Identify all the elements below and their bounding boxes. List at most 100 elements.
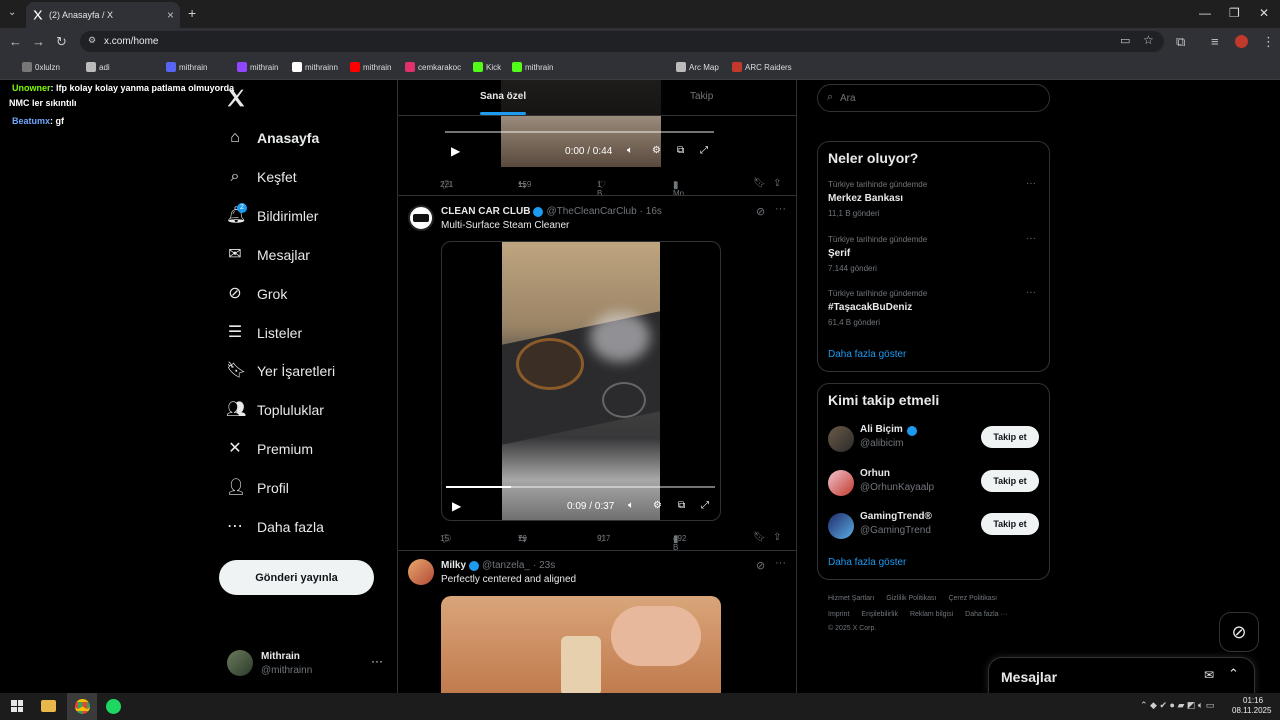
footer-link[interactable]: Imprint (828, 611, 849, 618)
trend-more-icon[interactable]: ··· (1026, 178, 1036, 189)
extensions-icon[interactable]: ⧉ (1176, 34, 1185, 50)
bookmark-icon[interactable]: 🔖︎ (753, 178, 766, 189)
sidebar-item-lists[interactable]: ☰ Listeler (226, 318, 302, 348)
follow-name[interactable]: Ali Biçim (860, 424, 903, 435)
close-tab-icon[interactable]: × (167, 8, 174, 22)
play-icon[interactable]: ▶ (451, 144, 460, 158)
address-bar[interactable]: ⚙ x.com/home ▭ ☆ (80, 31, 1164, 52)
sidebar-item-premium[interactable]: ✕ Premium (226, 434, 313, 464)
bookmark-item[interactable]: mithrain (166, 62, 207, 72)
pip-icon[interactable]: ⧉ (678, 500, 685, 511)
sidebar-item-profile[interactable]: 👤︎ Profil (226, 473, 289, 503)
minimize-icon[interactable]: — (1199, 6, 1211, 20)
post-author[interactable]: CLEAN CAR CLUB (441, 206, 530, 217)
file-explorer-icon[interactable] (41, 700, 56, 712)
tab-search-icon[interactable]: ⌄ (8, 7, 16, 18)
fullscreen-icon[interactable]: ⤢ (701, 500, 709, 511)
post-image[interactable] (441, 596, 721, 693)
follow-button[interactable]: Takip et (981, 426, 1039, 448)
bookmark-item[interactable]: mithrain (237, 62, 278, 72)
restore-icon[interactable]: ❐ (1229, 6, 1240, 20)
show-more-link[interactable]: Daha fazla göster (828, 557, 906, 568)
settings-icon[interactable]: ⚙ (652, 145, 661, 156)
post-avatar[interactable] (408, 559, 434, 585)
sidebar-item-messages[interactable]: ✉ Mesajlar (226, 240, 310, 270)
post-more-icon[interactable]: ··· (775, 203, 786, 215)
follow-name[interactable]: GamingTrend® (860, 511, 932, 522)
sidebar-item-notifications[interactable]: 🔔︎ Bildirimler 2 (226, 201, 318, 231)
footer-link[interactable]: Çerez Politikası (948, 595, 997, 602)
follow-name[interactable]: Orhun (860, 468, 890, 479)
avatar[interactable] (828, 513, 854, 539)
post-button[interactable]: Gönderi yayınla (219, 560, 374, 595)
volume-icon[interactable]: 🔈︎ (627, 145, 633, 156)
volume-icon[interactable]: 🔈︎ (628, 500, 634, 511)
bookmark-item[interactable]: adi (86, 62, 110, 72)
bookmark-item[interactable]: mithrainn (292, 62, 338, 72)
play-icon[interactable]: ▶ (452, 499, 461, 513)
forward-icon[interactable]: → (32, 34, 45, 49)
follow-button[interactable]: Takip et (981, 513, 1039, 535)
account-switcher[interactable]: Mithrain @mithrainn ··· (227, 650, 387, 680)
follow-button[interactable]: Takip et (981, 469, 1039, 492)
post-author[interactable]: Milky (441, 560, 466, 571)
trend-more-icon[interactable]: ··· (1026, 233, 1036, 244)
x-home-logo-icon[interactable] (226, 88, 246, 108)
bookmark-item[interactable]: Arc Map (676, 62, 719, 72)
share-icon[interactable]: ⇪ (773, 178, 781, 189)
messages-drawer[interactable]: Mesajlar ✉ ⌃ (988, 657, 1255, 693)
sidebar-item-grok[interactable]: ⊘ Grok (226, 279, 287, 309)
search-input[interactable]: ⌕ Ara (817, 84, 1050, 112)
bookmark-item[interactable]: mithrain (350, 62, 391, 72)
profile-avatar[interactable] (1235, 35, 1248, 48)
subscribe-button-edge[interactable] (828, 114, 894, 120)
grok-icon[interactable]: ⊘ (756, 559, 765, 572)
menu-icon[interactable]: ⋮ (1262, 34, 1275, 50)
spotify-icon[interactable] (106, 699, 121, 714)
avatar[interactable] (828, 469, 854, 496)
tray-icons[interactable]: ⌃ ◆ ✔ ● ▰ ◩ 🔈︎ ▭ (1140, 700, 1214, 711)
browser-tab[interactable]: (2) Anasayfa / X × (26, 2, 180, 28)
share-icon[interactable]: ⇪ (773, 532, 781, 543)
more-icon[interactable]: ··· (371, 654, 383, 668)
close-window-icon[interactable]: ✕ (1259, 6, 1269, 20)
bookmark-star-icon[interactable]: ☆ (1143, 33, 1154, 47)
bookmark-icon[interactable]: 🔖︎ (753, 532, 766, 543)
tab-for-you[interactable]: Sana özel (480, 91, 526, 102)
post-handle[interactable]: @tanzela_ (482, 560, 530, 571)
trend-more-icon[interactable]: ··· (1026, 287, 1036, 298)
back-icon[interactable]: ← (9, 34, 22, 49)
cast-icon[interactable]: ▭ (1120, 34, 1130, 47)
grok-icon[interactable]: ⊘ (756, 205, 765, 218)
grok-fab[interactable]: ⊘ (1219, 612, 1259, 652)
site-info-icon[interactable]: ⚙ (88, 35, 96, 46)
footer-link[interactable]: Erişilebilirlik (861, 611, 898, 618)
bookmark-item[interactable]: cemkarakoc (405, 62, 461, 72)
video-progress-track[interactable] (446, 486, 715, 488)
pip-icon[interactable]: ⧉ (677, 145, 684, 156)
fullscreen-icon[interactable]: ⤢ (700, 145, 708, 156)
trend-title[interactable]: Merkez Bankası (828, 193, 903, 204)
sidebar-item-bookmarks[interactable]: 🔖︎ Yer İşaretleri (226, 356, 335, 386)
bookmark-item[interactable]: Kick (473, 62, 501, 72)
post-more-icon[interactable]: ··· (775, 557, 786, 569)
trend-title[interactable]: #TaşacakBuDeniz (828, 302, 912, 313)
post-avatar[interactable] (408, 205, 434, 231)
sidebar-item-home[interactable]: ⌂ Anasayfa (226, 123, 319, 153)
trend-title[interactable]: Şerif (828, 248, 850, 259)
reading-list-icon[interactable]: ≡ (1211, 34, 1219, 49)
tab-following[interactable]: Takip (690, 91, 713, 102)
show-more-link[interactable]: Daha fazla göster (828, 349, 906, 360)
post-video[interactable]: ▶ 0:09 / 0:37 🔈︎ ⚙ ⧉ ⤢ (441, 241, 721, 521)
sidebar-item-more-circle[interactable]: ⋯ Daha fazla (226, 512, 324, 542)
footer-link[interactable]: Reklam bilgisi (910, 611, 953, 618)
new-message-icon[interactable]: ✉ (1204, 668, 1214, 682)
reload-icon[interactable]: ↻ (56, 34, 67, 50)
chrome-taskbar-icon[interactable] (67, 693, 97, 720)
expand-icon[interactable]: ⌃ (1228, 666, 1239, 682)
settings-icon[interactable]: ⚙ (653, 500, 662, 511)
bookmark-item[interactable]: ARC Raiders (732, 62, 792, 72)
bookmark-item[interactable]: mithrain (512, 62, 553, 72)
video-progress-track[interactable] (445, 131, 714, 133)
post-handle[interactable]: @TheCleanCarClub (546, 206, 636, 217)
